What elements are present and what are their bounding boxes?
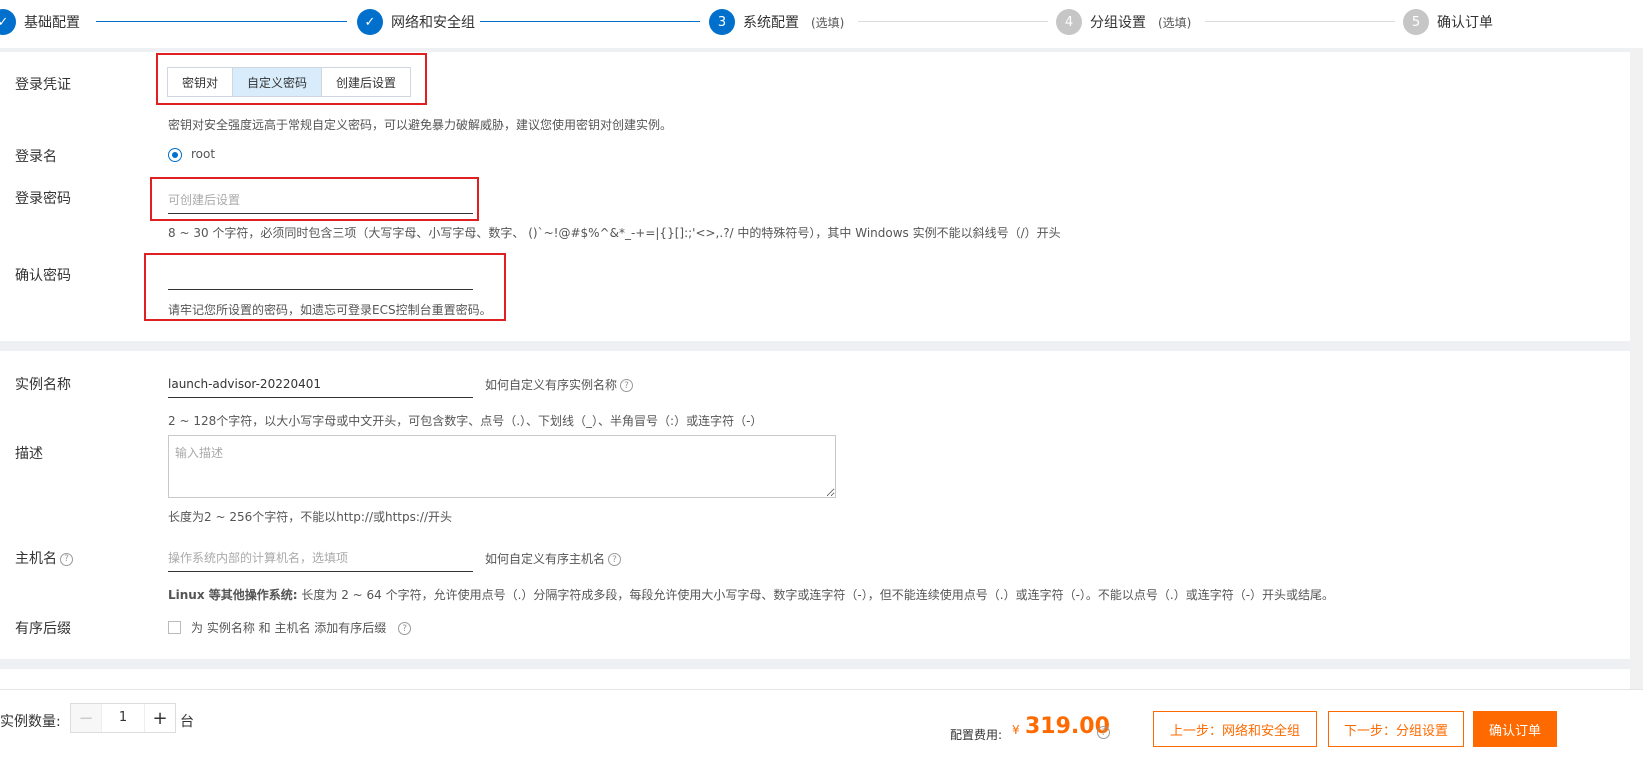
confirm-password-help: 请牢记您所设置的密码，如遗忘可登录ECS控制台重置密码。 — [168, 303, 492, 317]
order-footer: 实例数量: − 1 + 台 配置费用: ¥ 319.00 ? 上一步：网络和安全… — [0, 689, 1643, 783]
quantity-unit: 台 — [180, 714, 194, 730]
confirm-order-button[interactable]: 确认订单 — [1473, 711, 1557, 747]
quantity-value[interactable]: 1 — [101, 704, 145, 732]
step-system: 3 系统配置 (选填) — [709, 9, 844, 35]
step-optional: (选填) — [1158, 15, 1192, 30]
plus-icon[interactable]: + — [145, 704, 175, 732]
quantity-stepper: − 1 + — [70, 703, 176, 733]
hostname-label-wrap: 主机名? — [15, 548, 73, 568]
question-icon[interactable]: ? — [60, 552, 73, 566]
confirm-password-label: 确认密码 — [15, 268, 71, 284]
step-label: 系统配置 — [743, 15, 799, 31]
step-connector — [480, 21, 700, 22]
step-connector — [858, 21, 1048, 22]
step-optional: (选填) — [811, 15, 845, 30]
step-connector — [1205, 21, 1395, 22]
step-number: 4 — [1056, 9, 1082, 35]
check-icon: ✓ — [0, 9, 16, 35]
question-icon: ? — [620, 379, 634, 392]
step-number: 3 — [709, 9, 735, 35]
step-label: 基础配置 — [24, 15, 80, 31]
step-number: 5 — [1403, 9, 1429, 35]
hostname-help-link[interactable]: 如何自定义有序主机名? — [485, 550, 622, 567]
question-icon: ? — [608, 553, 622, 566]
instance-name-help-link[interactable]: 如何自定义有序实例名称? — [485, 376, 634, 393]
instance-name-input[interactable] — [168, 370, 473, 398]
suffix-label: 有序后缀 — [15, 621, 71, 637]
suffix-checkbox[interactable] — [168, 621, 181, 634]
question-icon[interactable]: ? — [1097, 726, 1110, 739]
hostname-label: 主机名 — [15, 551, 57, 567]
password-help: 8 ~ 30 个字符，必须同时包含三项（大写字母、小写字母、数字、 ()`~!@… — [168, 226, 1061, 240]
step-group: 4 分组设置 (选填) — [1056, 9, 1191, 35]
instance-name-link-text: 如何自定义有序实例名称 — [485, 378, 618, 392]
description-textarea[interactable] — [168, 435, 836, 498]
step-label: 分组设置 — [1090, 15, 1146, 31]
hostname-link-text: 如何自定义有序主机名 — [485, 552, 606, 566]
next-step-button[interactable]: 下一步：分组设置 — [1328, 711, 1464, 747]
instance-name-label: 实例名称 — [15, 377, 71, 393]
advanced-section-peek — [0, 669, 1630, 689]
step-connector — [96, 21, 347, 22]
username-value: root — [191, 147, 216, 161]
check-icon: ✓ — [357, 9, 383, 35]
step-basic[interactable]: ✓ 基础配置 — [0, 9, 80, 35]
hostname-input[interactable] — [168, 544, 473, 572]
prev-step-button[interactable]: 上一步：网络和安全组 — [1153, 711, 1317, 747]
description-help: 长度为2 ~ 256个字符，不能以http://或https://开头 — [168, 510, 452, 524]
quantity-label: 实例数量: — [0, 714, 61, 730]
credential-keypair-option[interactable]: 密钥对 — [168, 68, 234, 96]
description-label: 描述 — [15, 446, 43, 462]
step-network[interactable]: ✓ 网络和安全组 — [357, 9, 475, 35]
minus-icon[interactable]: − — [71, 704, 101, 732]
password-label: 登录密码 — [15, 191, 71, 207]
step-label: 网络和安全组 — [391, 15, 475, 31]
fee-label: 配置费用: — [950, 728, 1003, 742]
credential-label: 登录凭证 — [15, 77, 71, 93]
hostname-help-bold: Linux 等其他操作系统: — [168, 588, 298, 602]
credential-help: 密钥对安全强度远高于常规自定义密码，可以避免暴力破解威胁，建议您使用密钥对创建实… — [168, 118, 673, 132]
fee-currency: ¥ — [1012, 723, 1020, 737]
suffix-option: 为 实例名称 和 主机名 添加有序后缀 ? — [191, 619, 412, 636]
confirm-password-input[interactable] — [168, 262, 473, 290]
username-label: 登录名 — [15, 149, 57, 165]
password-input[interactable] — [168, 186, 473, 214]
instance-name-help: 2 ~ 128个字符，以大小写字母或中文开头，可包含数字、点号（.）、下划线（_… — [168, 414, 763, 428]
wizard-stepper: ✓ 基础配置 ✓ 网络和安全组 3 系统配置 (选填) 4 分组设置 (选填) … — [0, 0, 1643, 48]
credential-selector: 密钥对 自定义密码 创建后设置 — [167, 67, 412, 97]
step-confirm: 5 确认订单 — [1403, 9, 1493, 35]
scrollbar[interactable] — [1630, 48, 1643, 688]
hostname-help-text: 长度为 2 ~ 64 个字符，允许使用点号（.）分隔字符成多段，每段允许使用大小… — [297, 588, 1335, 602]
suffix-text: 为 实例名称 和 主机名 添加有序后缀 — [191, 621, 387, 635]
question-icon[interactable]: ? — [398, 622, 412, 635]
credential-later-option[interactable]: 创建后设置 — [322, 68, 411, 96]
step-label: 确认订单 — [1437, 15, 1493, 31]
hostname-help: Linux 等其他操作系统: 长度为 2 ~ 64 个字符，允许使用点号（.）分… — [168, 586, 1334, 603]
credential-password-option[interactable]: 自定义密码 — [233, 68, 323, 96]
username-radio[interactable] — [168, 148, 182, 162]
